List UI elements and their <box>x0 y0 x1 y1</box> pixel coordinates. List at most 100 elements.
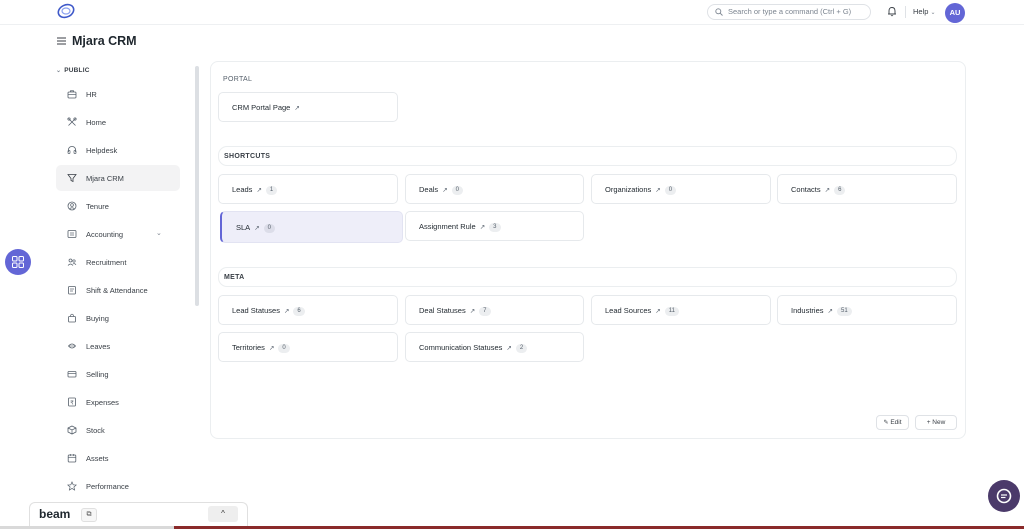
sidebar-item-label: Home <box>86 118 107 127</box>
meta-industries[interactable]: Industries ↗ 51 <box>777 295 957 325</box>
external-link-icon: ↗ <box>469 308 476 315</box>
meta-communication-statuses[interactable]: Communication Statuses ↗ 2 <box>405 332 584 362</box>
sidebar-item-home[interactable]: Home <box>56 109 180 135</box>
grid-icon <box>12 256 24 268</box>
meta-label: Lead Sources <box>605 306 652 315</box>
shortcut-contacts[interactable]: Contacts ↗ 6 <box>777 174 957 204</box>
beam-bar: beam ⧉ ^ <box>29 502 248 529</box>
notification-bell-icon[interactable] <box>887 6 897 17</box>
meta-label: Industries <box>791 306 824 315</box>
sidebar-item-helpdesk[interactable]: Helpdesk <box>56 137 180 163</box>
navbar: Search or type a command (Ctrl + G) Help… <box>0 0 1024 25</box>
sidebar-item-label: Stock <box>86 426 105 435</box>
sidebar-item-shift-attendance[interactable]: Shift & Attendance <box>56 277 180 303</box>
sidebar-item-label: Leaves <box>86 342 111 351</box>
count-badge: 0 <box>278 344 290 353</box>
sidebar-item-label: Mjara CRM <box>86 174 124 183</box>
help-dropdown[interactable]: Help ⌄ <box>913 7 935 16</box>
edit-icon: ✎ <box>883 420 889 426</box>
shortcut-label: Organizations <box>605 185 652 194</box>
page-title: Mjara CRM <box>72 34 137 48</box>
sidebar-scrollbar[interactable] <box>195 66 199 306</box>
meta-lead-sources[interactable]: Lead Sources ↗ 11 <box>591 295 771 325</box>
shortcuts-heading-bar: SHORTCUTS <box>218 146 957 166</box>
meta-lead-statuses[interactable]: Lead Statuses ↗ 6 <box>218 295 398 325</box>
card-icon <box>67 371 77 378</box>
app-logo-icon[interactable] <box>56 2 76 20</box>
sidebar-item-recruitment[interactable]: Recruitment <box>56 249 180 275</box>
chevron-down-icon: ⌄ <box>56 68 62 74</box>
section-label: PUBLIC <box>64 67 90 74</box>
sidebar-section-public[interactable]: ⌄ PUBLIC <box>56 67 90 74</box>
meta-deal-statuses[interactable]: Deal Statuses ↗ 7 <box>405 295 584 325</box>
sidebar-item-buying[interactable]: Buying <box>56 305 180 331</box>
sidebar-item-label: Buying <box>86 314 109 323</box>
portal-link-crm-portal-page[interactable]: CRM Portal Page ↗ <box>218 92 398 122</box>
external-link-icon: ↗ <box>506 345 512 352</box>
shortcut-label: Contacts <box>791 185 821 194</box>
sidebar-toggle-icon[interactable] <box>57 37 66 45</box>
count-badge: 11 <box>664 307 679 316</box>
shortcut-organizations[interactable]: Organizations ↗ 0 <box>591 174 771 204</box>
count-badge: 3 <box>489 223 501 232</box>
shortcut-label: Assignment Rule <box>419 222 476 231</box>
external-link-icon: ↗ <box>827 308 833 315</box>
app-switcher-button[interactable] <box>5 249 31 275</box>
count-badge: 0 <box>664 186 677 195</box>
sidebar-item-label: Recruitment <box>86 258 127 267</box>
sidebar-item-hr[interactable]: HR <box>56 81 180 107</box>
shortcut-deals[interactable]: Deals ↗ 0 <box>405 174 584 204</box>
meta-label: Deal Statuses <box>419 306 466 315</box>
sidebar-item-label: HR <box>86 90 97 99</box>
user-circle-icon <box>67 201 77 211</box>
shortcut-leads[interactable]: Leads ↗ 1 <box>218 174 398 204</box>
portal-heading: PORTAL <box>223 76 253 83</box>
shortcut-sla[interactable]: SLA ↗ 0 <box>220 211 403 243</box>
sidebar-item-tenure[interactable]: Tenure <box>56 193 180 219</box>
sidebar-item-label: Expenses <box>86 398 119 407</box>
shortcut-assignment-rule[interactable]: Assignment Rule ↗ 3 <box>405 211 584 241</box>
sidebar-item-selling[interactable]: Selling <box>56 361 180 387</box>
new-button[interactable]: + New <box>915 415 957 430</box>
sidebar-item-label: Shift & Attendance <box>86 286 148 295</box>
external-link-icon: ↗ <box>294 105 300 112</box>
count-badge: 1 <box>265 186 278 195</box>
sidebar-item-performance[interactable]: Performance <box>56 473 180 499</box>
help-label: Help <box>913 7 929 16</box>
external-link-icon: ↗ <box>479 224 486 231</box>
count-badge: 7 <box>479 307 491 316</box>
edit-button[interactable]: ✎ Edit <box>876 415 909 430</box>
tools-icon <box>67 117 77 126</box>
external-link-icon: ↗ <box>824 187 831 194</box>
sidebar-item-mjara-crm[interactable]: Mjara CRM <box>56 165 180 191</box>
sidebar-item-expenses[interactable]: ₹ Expenses <box>56 389 180 415</box>
sidebar-item-assets[interactable]: Assets <box>56 445 180 471</box>
ledger-icon <box>67 230 77 238</box>
external-link-icon[interactable]: ⧉ <box>81 508 97 522</box>
meta-heading-bar: META <box>218 267 957 287</box>
box-icon <box>67 425 77 435</box>
external-link-icon: ↗ <box>256 187 262 194</box>
meta-territories[interactable]: Territories ↗ 0 <box>218 332 398 362</box>
external-link-icon: ↗ <box>655 187 661 194</box>
shortcut-label: SLA <box>236 223 251 232</box>
chat-button[interactable] <box>988 480 1020 512</box>
sidebar: ⌄ PUBLIC HR Home Helpdesk Mjara CRM Tenur… <box>54 62 194 502</box>
sidebar-item-label: Helpdesk <box>86 146 118 155</box>
collapse-toggle-button[interactable]: ^ <box>208 506 238 522</box>
receipt-icon: ₹ <box>68 397 76 407</box>
sidebar-item-accounting[interactable]: Accounting ⌄ <box>56 221 180 247</box>
external-link-icon: ↗ <box>268 345 275 352</box>
avatar[interactable]: AU <box>945 3 965 23</box>
meta-label: Lead Statuses <box>232 306 280 315</box>
sidebar-item-label: Accounting <box>86 230 124 239</box>
sidebar-item-leaves[interactable]: Leaves <box>56 333 180 359</box>
sidebar-item-label: Assets <box>86 454 109 463</box>
external-link-icon: ↗ <box>655 308 661 315</box>
sidebar-item-stock[interactable]: Stock <box>56 417 180 443</box>
search-input[interactable]: Search or type a command (Ctrl + G) <box>707 4 871 20</box>
chevron-down-icon[interactable]: ⌄ <box>156 229 162 237</box>
shortcut-label: Deals <box>419 185 439 194</box>
shortcut-label: Leads <box>232 185 253 194</box>
star-icon <box>67 481 77 491</box>
